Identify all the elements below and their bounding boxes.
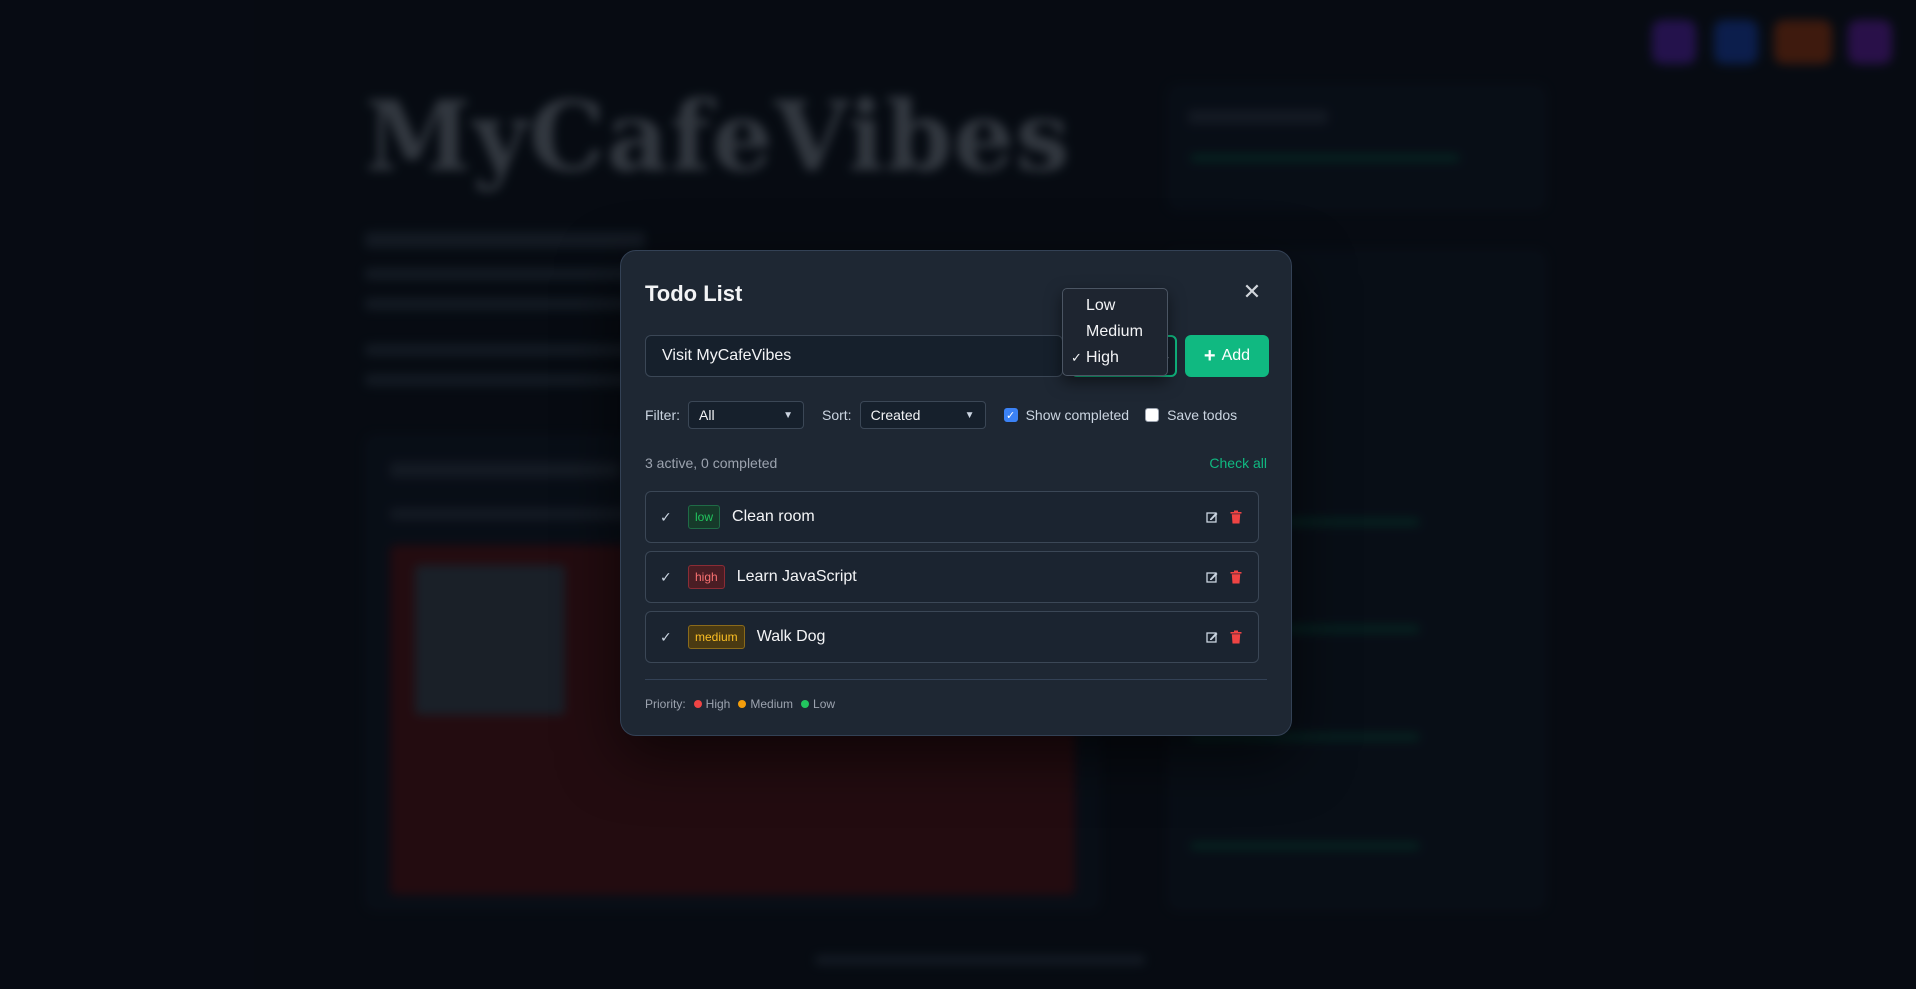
todo-text: Clean room <box>732 508 815 525</box>
save-todos-label: Save todos <box>1167 407 1238 423</box>
legend-entry-medium: Medium <box>738 697 793 711</box>
add-button-label: Add <box>1221 347 1251 364</box>
legend-entry-high: High <box>693 697 731 711</box>
priority-option-low[interactable]: Low <box>1063 293 1167 319</box>
check-icon[interactable]: ✓ <box>660 569 676 586</box>
todo-list: ✓ low Clean room ✓ high Learn JavaScript… <box>645 491 1259 671</box>
check-all-button[interactable]: Check all <box>1209 455 1267 471</box>
legend-entry-label: High <box>705 697 731 711</box>
sort-label: Sort: <box>822 407 852 423</box>
priority-badge: medium <box>688 625 745 649</box>
add-button[interactable]: + Add <box>1185 335 1269 377</box>
todo-summary: 3 active, 0 completed <box>645 455 778 471</box>
chevron-down-icon: ▼ <box>964 409 975 421</box>
legend-entry-label: Low <box>813 697 836 711</box>
priority-option-medium[interactable]: Medium <box>1063 319 1167 345</box>
amber-dot-icon <box>738 700 747 708</box>
filter-value: All <box>699 407 715 423</box>
priority-legend: Priority: High Medium Low <box>645 697 835 711</box>
option-label: High <box>1086 349 1119 366</box>
trash-icon[interactable] <box>1230 570 1242 584</box>
chevron-down-icon: ▼ <box>783 409 793 421</box>
filter-select[interactable]: All ▼ <box>688 401 804 429</box>
save-todos-checkbox[interactable] <box>1145 408 1160 422</box>
green-dot-icon <box>801 700 810 708</box>
legend-entry-low: Low <box>801 697 835 711</box>
edit-icon[interactable] <box>1206 570 1218 584</box>
edit-icon[interactable] <box>1206 630 1218 644</box>
check-icon[interactable]: ✓ <box>660 629 676 646</box>
check-icon[interactable]: ✓ <box>660 509 676 526</box>
legend-entry-label: Medium <box>750 697 794 711</box>
sort-select[interactable]: Created ▼ <box>859 401 986 429</box>
sort-value: Created <box>870 407 921 423</box>
red-dot-icon <box>693 700 702 708</box>
priority-badge: low <box>688 505 721 529</box>
edit-icon[interactable] <box>1206 510 1218 524</box>
filter-label: Filter: <box>645 407 680 423</box>
modal-title: Todo List <box>645 281 743 306</box>
plus-icon: + <box>1203 345 1216 367</box>
todo-item: ✓ low Clean room <box>645 491 1259 543</box>
priority-option-high[interactable]: ✓ High <box>1063 345 1167 371</box>
show-completed-label: Show completed <box>1025 407 1130 423</box>
option-label: Medium <box>1086 323 1143 340</box>
close-icon[interactable]: ✕ <box>1241 281 1263 303</box>
divider <box>645 679 1267 680</box>
todo-modal: Todo List ✕ ⌄ + Add Filter: All ▼ Sort: … <box>620 250 1292 736</box>
trash-icon[interactable] <box>1230 510 1242 524</box>
todo-text: Learn JavaScript <box>736 568 857 585</box>
checkmark-icon: ✓ <box>1071 350 1082 365</box>
legend-label: Priority: <box>645 697 686 711</box>
todo-item: ✓ medium Walk Dog <box>645 611 1259 663</box>
trash-icon[interactable] <box>1230 630 1242 644</box>
todo-text: Walk Dog <box>756 628 826 645</box>
priority-dropdown-menu: Low Medium ✓ High <box>1062 288 1168 376</box>
todo-item: ✓ high Learn JavaScript <box>645 551 1259 603</box>
controls-bar: Filter: All ▼ Sort: Created ▼ ✓ Show com… <box>645 401 1267 429</box>
option-label: Low <box>1086 297 1116 314</box>
show-completed-checkbox[interactable]: ✓ <box>1003 408 1018 422</box>
priority-badge: high <box>688 565 725 589</box>
todo-input[interactable] <box>645 335 1063 377</box>
